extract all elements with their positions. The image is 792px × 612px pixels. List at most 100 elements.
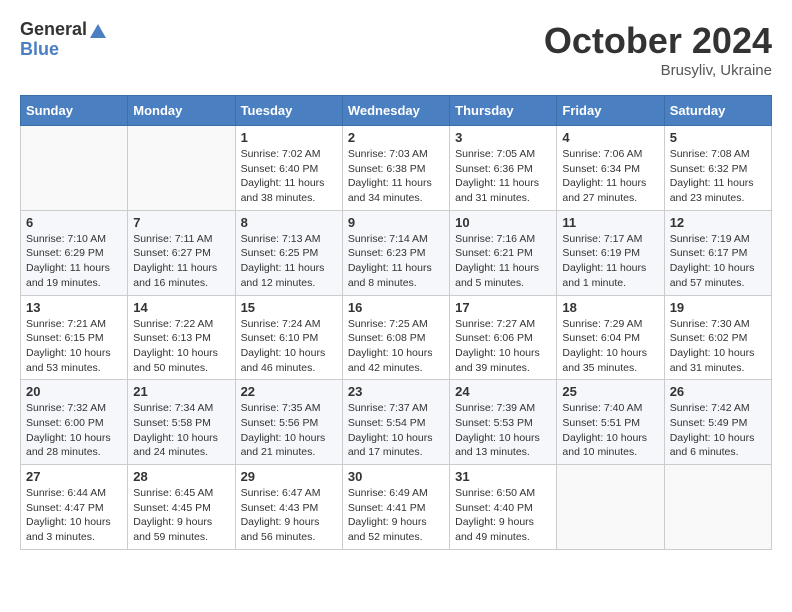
day-number: 13 xyxy=(26,300,122,315)
calendar-header-row: SundayMondayTuesdayWednesdayThursdayFrid… xyxy=(21,96,772,126)
calendar-cell: 11Sunrise: 7:17 AMSunset: 6:19 PMDayligh… xyxy=(557,210,664,295)
day-info: Sunrise: 7:40 AMSunset: 5:51 PMDaylight:… xyxy=(562,401,658,460)
day-number: 2 xyxy=(348,130,444,145)
day-number: 21 xyxy=(133,384,229,399)
day-number: 31 xyxy=(455,469,551,484)
day-number: 17 xyxy=(455,300,551,315)
day-number: 12 xyxy=(670,215,766,230)
day-info: Sunrise: 7:24 AMSunset: 6:10 PMDaylight:… xyxy=(241,317,337,376)
calendar-week-row: 6 Sunrise: 7:10 AMSunset: 6:29 PMDaylight… xyxy=(21,210,772,295)
logo-general: General xyxy=(20,20,106,40)
day-number: 16 xyxy=(348,300,444,315)
day-number: 1 xyxy=(241,130,337,145)
day-info: Sunrise: 7:22 AMSunset: 6:13 PMDaylight:… xyxy=(133,317,229,376)
calendar-cell: 14 Sunrise: 7:22 AMSunset: 6:13 PMDayligh… xyxy=(128,295,235,380)
day-info: Sunrise: 7:25 AMSunset: 6:08 PMDaylight:… xyxy=(348,317,444,376)
calendar-week-row: 13 Sunrise: 7:21 AMSunset: 6:15 PMDayligh… xyxy=(21,295,772,380)
day-info: Sunrise: 7:27 AMSunset: 6:06 PMDaylight:… xyxy=(455,317,551,376)
day-info: Sunrise: 6:44 AMSunset: 4:47 PMDaylight:… xyxy=(26,486,122,545)
calendar-cell: 28 Sunrise: 6:45 AMSunset: 4:45 PMDayligh… xyxy=(128,465,235,550)
calendar-cell: 30Sunrise: 6:49 AMSunset: 4:41 PMDayligh… xyxy=(342,465,449,550)
calendar-cell xyxy=(664,465,771,550)
calendar-cell: 5Sunrise: 7:08 AMSunset: 6:32 PMDaylight… xyxy=(664,126,771,211)
calendar-cell: 26Sunrise: 7:42 AMSunset: 5:49 PMDayligh… xyxy=(664,380,771,465)
header-monday: Monday xyxy=(128,96,235,126)
header-sunday: Sunday xyxy=(21,96,128,126)
logo-blue: Blue xyxy=(20,40,106,60)
day-info: Sunrise: 7:32 AMSunset: 6:00 PMDaylight:… xyxy=(26,401,122,460)
calendar-cell: 27 Sunrise: 6:44 AMSunset: 4:47 PMDayligh… xyxy=(21,465,128,550)
calendar-cell: 3Sunrise: 7:05 AMSunset: 6:36 PMDaylight… xyxy=(450,126,557,211)
day-info: Sunrise: 7:17 AMSunset: 6:19 PMDaylight:… xyxy=(562,232,658,291)
calendar-cell: 7 Sunrise: 7:11 AMSunset: 6:27 PMDaylight… xyxy=(128,210,235,295)
calendar-cell xyxy=(557,465,664,550)
calendar-cell: 17 Sunrise: 7:27 AMSunset: 6:06 PMDayligh… xyxy=(450,295,557,380)
header-tuesday: Tuesday xyxy=(235,96,342,126)
calendar-cell xyxy=(128,126,235,211)
calendar-cell: 24 Sunrise: 7:39 AMSunset: 5:53 PMDayligh… xyxy=(450,380,557,465)
day-info: Sunrise: 6:49 AMSunset: 4:41 PMDaylight:… xyxy=(348,486,444,545)
calendar-table: SundayMondayTuesdayWednesdayThursdayFrid… xyxy=(20,95,772,550)
day-number: 20 xyxy=(26,384,122,399)
header-thursday: Thursday xyxy=(450,96,557,126)
title-block: October 2024 Brusyliv, Ukraine xyxy=(544,20,772,79)
calendar-cell: 25 Sunrise: 7:40 AMSunset: 5:51 PMDayligh… xyxy=(557,380,664,465)
day-info: Sunrise: 7:30 AMSunset: 6:02 PMDaylight:… xyxy=(670,317,766,376)
page-header: General Blue October 2024 Brusyliv, Ukra… xyxy=(20,20,772,79)
day-number: 24 xyxy=(455,384,551,399)
day-number: 23 xyxy=(348,384,444,399)
calendar-cell: 9 Sunrise: 7:14 AMSunset: 6:23 PMDaylight… xyxy=(342,210,449,295)
day-number: 29 xyxy=(241,469,337,484)
day-info: Sunrise: 7:34 AMSunset: 5:58 PMDaylight:… xyxy=(133,401,229,460)
title-location: Brusyliv, Ukraine xyxy=(544,62,772,79)
calendar-cell: 16 Sunrise: 7:25 AMSunset: 6:08 PMDayligh… xyxy=(342,295,449,380)
calendar-week-row: 1 Sunrise: 7:02 AMSunset: 6:40 PMDaylight… xyxy=(21,126,772,211)
day-number: 3 xyxy=(455,130,551,145)
day-info: Sunrise: 7:16 AMSunset: 6:21 PMDaylight:… xyxy=(455,232,551,291)
calendar-week-row: 20 Sunrise: 7:32 AMSunset: 6:00 PMDayligh… xyxy=(21,380,772,465)
calendar-cell: 4Sunrise: 7:06 AMSunset: 6:34 PMDaylight… xyxy=(557,126,664,211)
day-number: 14 xyxy=(133,300,229,315)
day-number: 28 xyxy=(133,469,229,484)
header-saturday: Saturday xyxy=(664,96,771,126)
calendar-cell: 6 Sunrise: 7:10 AMSunset: 6:29 PMDaylight… xyxy=(21,210,128,295)
day-number: 27 xyxy=(26,469,122,484)
header-wednesday: Wednesday xyxy=(342,96,449,126)
day-number: 8 xyxy=(241,215,337,230)
calendar-cell: 8Sunrise: 7:13 AMSunset: 6:25 PMDaylight… xyxy=(235,210,342,295)
day-number: 25 xyxy=(562,384,658,399)
day-info: Sunrise: 7:10 AMSunset: 6:29 PMDaylight:… xyxy=(26,232,122,291)
day-info: Sunrise: 7:11 AMSunset: 6:27 PMDaylight:… xyxy=(133,232,229,291)
day-number: 6 xyxy=(26,215,122,230)
day-info: Sunrise: 7:02 AMSunset: 6:40 PMDaylight:… xyxy=(241,147,337,206)
day-info: Sunrise: 7:37 AMSunset: 5:54 PMDaylight:… xyxy=(348,401,444,460)
calendar-cell: 10Sunrise: 7:16 AMSunset: 6:21 PMDayligh… xyxy=(450,210,557,295)
calendar-cell: 29 Sunrise: 6:47 AMSunset: 4:43 PMDayligh… xyxy=(235,465,342,550)
calendar-cell: 22 Sunrise: 7:35 AMSunset: 5:56 PMDayligh… xyxy=(235,380,342,465)
calendar-cell: 13 Sunrise: 7:21 AMSunset: 6:15 PMDayligh… xyxy=(21,295,128,380)
logo: General Blue xyxy=(20,20,106,60)
day-info: Sunrise: 6:45 AMSunset: 4:45 PMDaylight:… xyxy=(133,486,229,545)
day-info: Sunrise: 7:42 AMSunset: 5:49 PMDaylight:… xyxy=(670,401,766,460)
calendar-cell: 15Sunrise: 7:24 AMSunset: 6:10 PMDayligh… xyxy=(235,295,342,380)
calendar-cell: 18 Sunrise: 7:29 AMSunset: 6:04 PMDayligh… xyxy=(557,295,664,380)
calendar-cell: 21 Sunrise: 7:34 AMSunset: 5:58 PMDayligh… xyxy=(128,380,235,465)
day-info: Sunrise: 7:19 AMSunset: 6:17 PMDaylight:… xyxy=(670,232,766,291)
day-info: Sunrise: 7:35 AMSunset: 5:56 PMDaylight:… xyxy=(241,401,337,460)
calendar-cell: 12 Sunrise: 7:19 AMSunset: 6:17 PMDayligh… xyxy=(664,210,771,295)
day-info: Sunrise: 7:21 AMSunset: 6:15 PMDaylight:… xyxy=(26,317,122,376)
calendar-cell xyxy=(21,126,128,211)
day-number: 18 xyxy=(562,300,658,315)
day-number: 22 xyxy=(241,384,337,399)
day-info: Sunrise: 7:29 AMSunset: 6:04 PMDaylight:… xyxy=(562,317,658,376)
day-info: Sunrise: 7:08 AMSunset: 6:32 PMDaylight:… xyxy=(670,147,766,206)
day-info: Sunrise: 7:39 AMSunset: 5:53 PMDaylight:… xyxy=(455,401,551,460)
calendar-week-row: 27 Sunrise: 6:44 AMSunset: 4:47 PMDayligh… xyxy=(21,465,772,550)
day-number: 7 xyxy=(133,215,229,230)
day-info: Sunrise: 7:03 AMSunset: 6:38 PMDaylight:… xyxy=(348,147,444,206)
day-number: 19 xyxy=(670,300,766,315)
day-info: Sunrise: 6:47 AMSunset: 4:43 PMDaylight:… xyxy=(241,486,337,545)
header-friday: Friday xyxy=(557,96,664,126)
day-info: Sunrise: 7:14 AMSunset: 6:23 PMDaylight:… xyxy=(348,232,444,291)
day-number: 9 xyxy=(348,215,444,230)
